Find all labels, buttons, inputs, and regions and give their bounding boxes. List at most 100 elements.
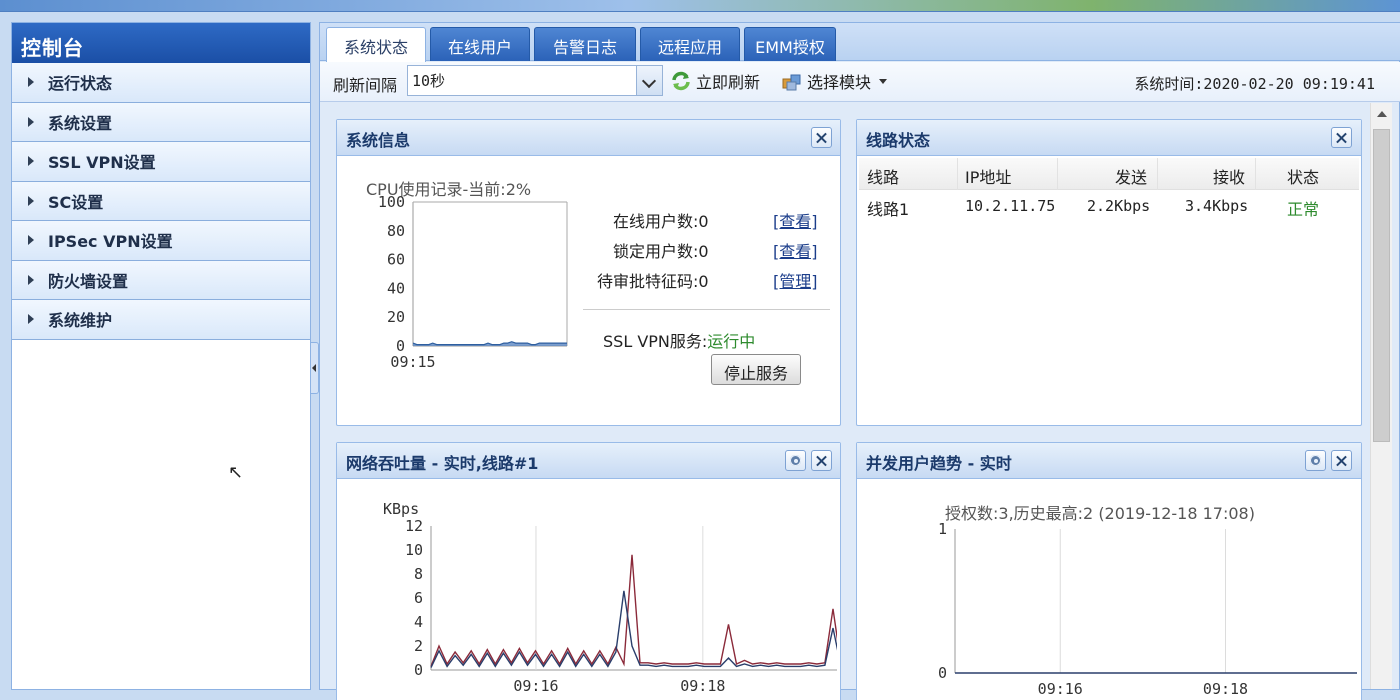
pending-codes-count: 待审批特征码:0	[597, 272, 709, 291]
select-module-button[interactable]: 选择模块	[781, 69, 888, 93]
triangle-right-icon	[28, 77, 34, 88]
y-tick-label: 4	[414, 613, 423, 631]
line-name: 线路1	[867, 200, 910, 219]
tab-emm-license[interactable]: EMM授权	[744, 27, 836, 61]
x-tick-label: 09:15	[390, 353, 435, 371]
manage-pending-codes-link[interactable]: [管理]	[773, 268, 818, 292]
throughput-chart: 12 10 8 6 4 2 0 09:16 09:18 KBps	[383, 500, 837, 695]
sidebar-item-run-status[interactable]: 运行状态	[12, 63, 310, 103]
sidebar-item-sc[interactable]: SC设置	[12, 181, 310, 221]
sidebar: 控制台 运行状态 系统设置 SSL VPN设置 SC设置 IPSec VPN设置…	[11, 22, 311, 690]
column-header: 发送	[1115, 168, 1148, 187]
sidebar-item-label: 系统设置	[48, 113, 113, 133]
sidebar-item-system-settings[interactable]: 系统设置	[12, 102, 310, 142]
mouse-cursor-icon: ↖	[228, 462, 244, 483]
concurrent-users-header: 并发用户趋势 - 实时	[857, 443, 1361, 479]
line-send: 2.2Kbps	[1087, 197, 1151, 215]
y-tick-label: 100	[378, 193, 405, 211]
refresh-now-label: 立即刷新	[696, 73, 761, 92]
divider	[583, 309, 830, 310]
tab-remote-apps[interactable]: 远程应用	[640, 27, 740, 61]
close-icon[interactable]	[1331, 450, 1352, 471]
y-tick-label: 60	[387, 251, 405, 269]
vertical-scrollbar[interactable]	[1370, 103, 1392, 689]
throughput-header: 网络吞吐量 - 实时,线路#1	[337, 443, 840, 479]
column-header: IP地址	[965, 168, 1012, 187]
series-line	[430, 590, 837, 668]
line-status-header: 线路状态	[857, 120, 1361, 156]
sidebar-item-label: 系统维护	[48, 311, 113, 331]
y-tick-label: 0	[414, 661, 423, 679]
line-status-panel: 线路状态 线路 IP地址 发送 接收 状态 线路1 10.2.11.75 2.2…	[856, 119, 1362, 426]
service-status-value: 运行中	[707, 332, 756, 351]
x-tick-label: 09:16	[513, 677, 558, 695]
sidebar-collapse-handle[interactable]	[311, 342, 319, 394]
scroll-thumb[interactable]	[1373, 129, 1390, 442]
chevron-down-icon[interactable]	[636, 66, 662, 95]
sidebar-item-label: 运行状态	[48, 74, 113, 94]
refresh-interval-value: 10秒	[412, 72, 446, 90]
view-online-users-link[interactable]: [查看]	[773, 208, 818, 232]
refresh-interval-label: 刷新间隔	[333, 76, 398, 95]
sidebar-item-firewall[interactable]: 防火墙设置	[12, 260, 310, 300]
column-header: 状态	[1287, 168, 1320, 187]
concurrent-users-panel: 并发用户趋势 - 实时 授权数:3,历史最高:2 (2019-12-18 17:…	[856, 442, 1362, 700]
online-users-count: 在线用户数:0	[613, 212, 709, 231]
panel-title: 线路状态	[866, 131, 931, 150]
module-icon	[781, 70, 803, 92]
table-row[interactable]: 线路1 10.2.11.75 2.2Kbps 3.4Kbps 正常	[859, 192, 1359, 222]
view-locked-users-link[interactable]: [查看]	[773, 238, 818, 262]
close-icon[interactable]	[811, 450, 832, 471]
tab-system-status[interactable]: 系统状态	[326, 27, 426, 62]
select-module-label: 选择模块	[807, 73, 872, 92]
sidebar-item-ssl-vpn[interactable]: SSL VPN设置	[12, 142, 310, 182]
tab-alarm-log[interactable]: 告警日志	[534, 27, 636, 61]
y-tick-label: 6	[414, 589, 423, 607]
panel-title: 网络吞吐量 - 实时,线路#1	[346, 454, 539, 473]
line-ip: 10.2.11.75	[965, 197, 1056, 215]
x-tick-label: 09:16	[1038, 680, 1083, 698]
close-icon[interactable]	[1331, 127, 1352, 148]
line-status-value: 正常	[1287, 200, 1320, 219]
sidebar-item-label: 防火墙设置	[48, 271, 129, 291]
gear-icon[interactable]	[1305, 450, 1326, 471]
sidebar-item-label: SSL VPN设置	[48, 153, 156, 173]
toolbar: 刷新间隔 10秒 立即刷新 选择模块 系统时间:2020-02-20 09:19…	[320, 62, 1400, 102]
x-tick-label: 09:18	[680, 677, 725, 695]
y-tick-label: 12	[405, 517, 423, 535]
caret-down-icon	[879, 78, 888, 84]
sidebar-item-maintenance[interactable]: 系统维护	[12, 300, 310, 340]
y-tick-label: 8	[414, 565, 423, 583]
triangle-right-icon	[28, 116, 34, 127]
cpu-usage-chart: 10080604020009:15	[378, 193, 568, 371]
system-info-panel: 系统信息 CPU使用记录-当前:2% 100 80 60 40 20 0 09:15 在线用…	[336, 119, 841, 426]
panel-title: 系统信息	[346, 131, 411, 150]
tab-online-users[interactable]: 在线用户	[430, 27, 530, 61]
stop-service-button[interactable]: 停止服务	[711, 354, 801, 385]
refresh-now-button[interactable]: 立即刷新	[670, 69, 760, 93]
refresh-interval-select[interactable]: 10秒	[407, 65, 663, 96]
service-label: SSL VPN服务:	[603, 332, 708, 351]
sidebar-item-ipsec-vpn[interactable]: IPSec VPN设置	[12, 221, 310, 261]
scroll-up-icon[interactable]	[1377, 111, 1387, 117]
top-banner	[0, 0, 1400, 12]
y-tick-label: 20	[387, 308, 405, 326]
gear-icon[interactable]	[785, 450, 806, 471]
line-recv: 3.4Kbps	[1185, 197, 1249, 215]
close-icon[interactable]	[811, 127, 832, 148]
triangle-right-icon	[28, 314, 34, 325]
line-table-header: 线路 IP地址 发送 接收 状态	[859, 158, 1359, 190]
column-header: 接收	[1213, 168, 1246, 187]
locked-users-count: 锁定用户数:0	[613, 242, 709, 261]
throughput-panel: 网络吞吐量 - 实时,线路#1 12 10 8 6 4 2 0 09:16 09:18 KBps	[336, 442, 841, 700]
concurrent-users-chart: 1 0 09:16 09:18	[938, 520, 1357, 698]
sidebar-item-label: SC设置	[48, 192, 104, 212]
system-info-header: 系统信息	[337, 120, 840, 156]
ssl-vpn-service-status: SSL VPN服务:运行中	[603, 328, 755, 352]
triangle-right-icon	[28, 274, 34, 285]
triangle-right-icon	[28, 235, 34, 246]
y-axis-label: KBps	[383, 500, 419, 518]
main-area: 系统状态 在线用户 告警日志 远程应用 EMM授权 刷新间隔 10秒 立即刷新 …	[319, 22, 1400, 700]
y-tick-label: 0	[938, 664, 947, 682]
triangle-right-icon	[28, 156, 34, 167]
